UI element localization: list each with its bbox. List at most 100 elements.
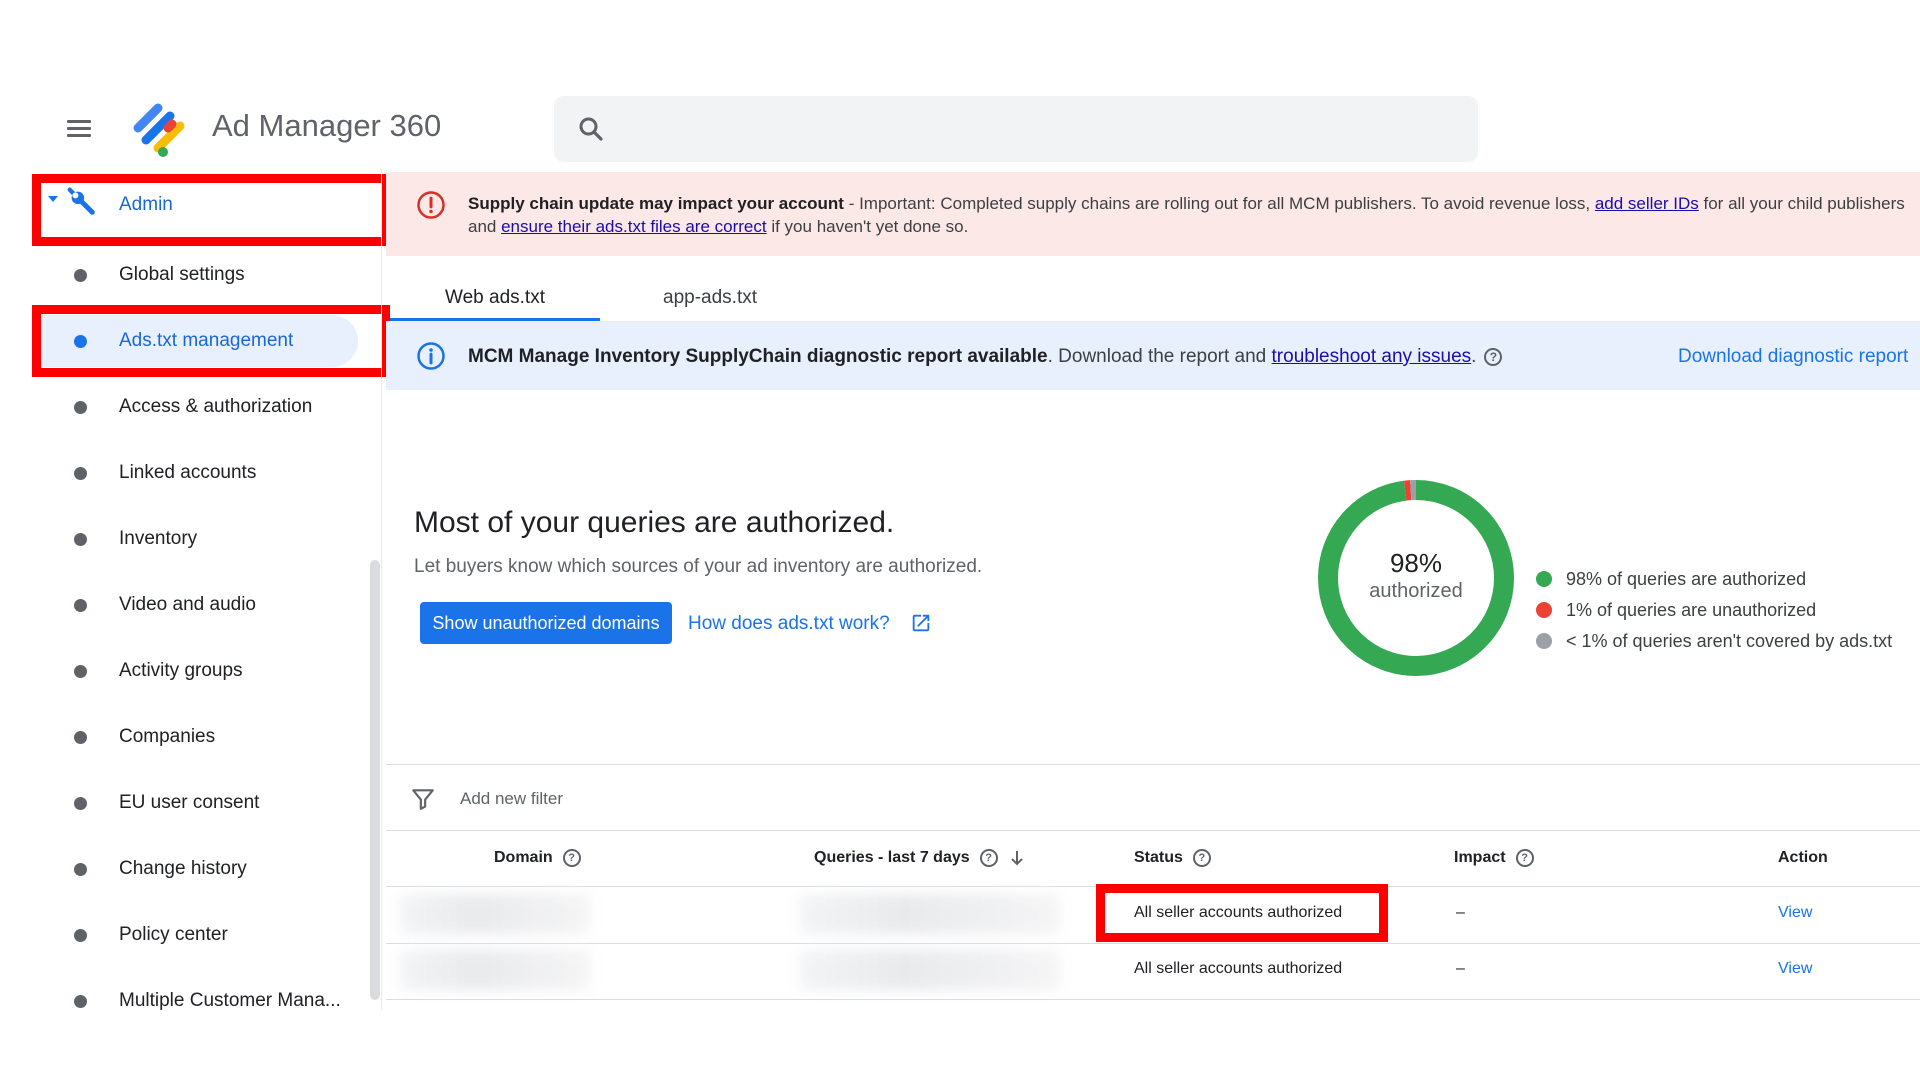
bullet-icon xyxy=(74,664,87,678)
column-header-label: Action xyxy=(1778,849,1828,866)
bullet-icon xyxy=(74,466,87,480)
column-header-label: Impact xyxy=(1454,849,1506,866)
add-seller-ids-link[interactable]: add seller IDs xyxy=(1595,194,1699,213)
info-text: . Download the report and xyxy=(1047,346,1272,367)
alert-text: for all your child publishers xyxy=(1698,194,1905,213)
divider xyxy=(386,943,1920,944)
bullet-icon xyxy=(74,994,87,1008)
divider xyxy=(386,886,1920,887)
sidebar-item-ads-txt-management[interactable]: Ads.txt management xyxy=(0,311,386,371)
sidebar-item-admin[interactable]: Admin xyxy=(0,170,386,240)
download-diagnostic-report-link[interactable]: Download diagnostic report xyxy=(1678,346,1908,368)
bullet-icon xyxy=(74,268,87,282)
column-header-status[interactable]: Status ? xyxy=(1134,849,1211,867)
filter-icon[interactable] xyxy=(410,786,436,812)
column-header-action: Action xyxy=(1778,849,1828,867)
summary-subtitle: Let buyers know which sources of your ad… xyxy=(414,556,983,577)
alert-title: Supply chain update may impact your acco… xyxy=(468,194,844,213)
divider xyxy=(386,999,1920,1000)
blurred-queries xyxy=(800,894,1060,934)
column-header-queries[interactable]: Queries - last 7 days ? xyxy=(814,849,1024,867)
bullet-icon xyxy=(74,796,87,810)
bullet-icon xyxy=(74,598,87,612)
legend-label: < 1% of queries aren't covered by ads.tx… xyxy=(1566,630,1893,651)
main-menu-button[interactable] xyxy=(64,114,94,144)
supply-chain-alert: Supply chain update may impact your acco… xyxy=(386,172,1920,256)
divider xyxy=(386,764,1920,765)
legend-item: < 1% of queries aren't covered by ads.tx… xyxy=(1536,628,1892,654)
summary-title: Most of your queries are authorized. xyxy=(414,506,895,539)
chevron-down-icon[interactable] xyxy=(48,196,58,202)
sidebar-item-label: EU user consent xyxy=(119,792,260,813)
sidebar-item-label: Linked accounts xyxy=(119,462,257,483)
sidebar-item-label: Video and audio xyxy=(119,594,256,615)
sidebar-item-video-audio[interactable]: Video and audio xyxy=(0,575,386,635)
help-icon[interactable]: ? xyxy=(1515,849,1534,867)
donut-label: authorized xyxy=(1369,580,1463,602)
how-ads-txt-works-link[interactable]: How does ads.txt work? xyxy=(688,613,890,635)
sidebar-item-inventory[interactable]: Inventory xyxy=(0,509,386,569)
sidebar-item-eu-user-consent[interactable]: EU user consent xyxy=(0,773,386,833)
legend-item: 1% of queries are unauthorized xyxy=(1536,597,1816,623)
show-unauthorized-domains-button[interactable]: Show unauthorized domains xyxy=(420,602,672,644)
sidebar-item-multiple-customer-management[interactable]: Multiple Customer Mana... xyxy=(0,971,386,1031)
help-icon[interactable]: ? xyxy=(979,849,998,867)
sidebar-item-change-history[interactable]: Change history xyxy=(0,839,386,899)
sidebar-scrollbar[interactable] xyxy=(370,560,380,1000)
ad-manager-logo xyxy=(133,103,185,157)
sidebar-item-activity-groups[interactable]: Activity groups xyxy=(0,641,386,701)
ensure-ads-txt-link[interactable]: ensure their ads.txt files are correct xyxy=(501,217,767,236)
column-header-label: Status xyxy=(1134,849,1183,866)
view-link[interactable]: View xyxy=(1778,904,1812,922)
alert-text: if you haven't yet done so. xyxy=(766,217,969,236)
sidebar-divider xyxy=(381,170,382,1010)
column-header-label: Queries - last 7 days xyxy=(814,849,970,866)
info-text: . xyxy=(1471,346,1477,367)
help-icon[interactable]: ? xyxy=(1192,849,1211,867)
search-icon xyxy=(579,117,603,141)
legend-dot xyxy=(1536,602,1552,618)
view-link[interactable]: View xyxy=(1778,960,1812,978)
column-header-impact[interactable]: Impact ? xyxy=(1454,849,1534,867)
impact-cell: – xyxy=(1456,960,1465,977)
sidebar-item-policy-center[interactable]: Policy center xyxy=(0,905,386,965)
sidebar-item-label: Admin xyxy=(119,194,173,215)
bullet-icon xyxy=(74,928,87,942)
diagnostic-report-banner: MCM Manage Inventory SupplyChain diagnos… xyxy=(386,322,1920,390)
info-message: MCM Manage Inventory SupplyChain diagnos… xyxy=(468,346,1503,368)
blurred-domain xyxy=(400,894,590,934)
status-cell: All seller accounts authorized xyxy=(1134,960,1343,977)
info-title: MCM Manage Inventory SupplyChain diagnos… xyxy=(468,346,1048,367)
arrow-down-icon[interactable] xyxy=(1010,849,1024,867)
bullet-icon xyxy=(74,862,87,876)
legend-label: 1% of queries are unauthorized xyxy=(1566,599,1817,620)
open-in-new-icon[interactable] xyxy=(910,612,932,634)
sidebar-item-access-authorization[interactable]: Access & authorization xyxy=(0,377,386,437)
blurred-queries xyxy=(800,950,1060,990)
alert-message: Supply chain update may impact your acco… xyxy=(468,192,1920,238)
bullet-icon xyxy=(74,532,87,546)
add-new-filter[interactable]: Add new filter xyxy=(460,789,563,809)
alert-text: - Important: Completed supply chains are… xyxy=(843,194,1595,213)
tab-app-ads-txt[interactable]: app-ads.txt xyxy=(620,272,800,322)
legend-dot xyxy=(1536,571,1552,587)
sidebar-item-companies[interactable]: Companies xyxy=(0,707,386,767)
sidebar-item-label: Policy center xyxy=(119,924,228,945)
column-header-domain[interactable]: Domain ? xyxy=(494,849,581,867)
troubleshoot-link[interactable]: troubleshoot any issues xyxy=(1272,346,1472,367)
column-header-label: Domain xyxy=(494,849,553,866)
bullet-icon xyxy=(74,400,87,414)
search-input[interactable] xyxy=(554,96,1478,162)
help-icon[interactable]: ? xyxy=(1484,347,1503,366)
bullet-icon xyxy=(74,334,87,348)
wrench-icon xyxy=(67,187,95,215)
bullet-icon xyxy=(74,730,87,744)
sidebar-item-label: Ads.txt management xyxy=(119,330,294,351)
sidebar-item-linked-accounts[interactable]: Linked accounts xyxy=(0,443,386,503)
sidebar-item-label: Global settings xyxy=(119,264,245,285)
sidebar-item-global-settings[interactable]: Global settings xyxy=(0,245,386,305)
tab-web-ads-txt[interactable]: Web ads.txt xyxy=(390,272,600,322)
sidebar-item-label: Change history xyxy=(119,858,247,879)
help-icon[interactable]: ? xyxy=(562,849,581,867)
sidebar-item-label: Inventory xyxy=(119,528,198,549)
